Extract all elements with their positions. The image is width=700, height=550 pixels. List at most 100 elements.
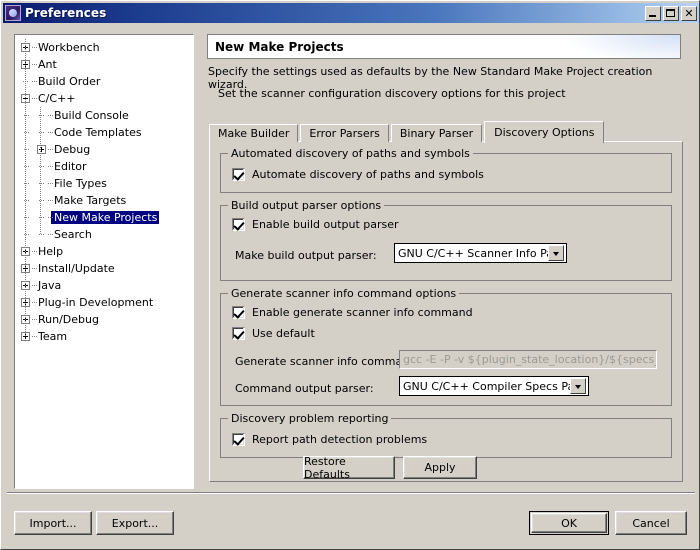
window-titlebar[interactable]: Preferences ✕ [3, 3, 699, 23]
tab-error-parsers[interactable]: Error Parsers [300, 124, 388, 142]
checkbox-report-path-detection-problems[interactable]: Report path detection problems [232, 433, 427, 446]
tree-item-file-types[interactable]: File Types [15, 175, 193, 192]
tree-expand-icon[interactable] [37, 145, 46, 154]
preferences-tree-list: Workbench Ant Build Order C/C++ Build Consol… [15, 35, 193, 345]
tree-item-team[interactable]: Team [15, 328, 193, 345]
checkbox-automate-discovery[interactable]: Automate discovery of paths and symbols [232, 168, 484, 181]
tree-connector [30, 43, 35, 52]
export-button[interactable]: Export... [96, 511, 174, 535]
preferences-tree[interactable]: Workbench Ant Build Order C/C++ Build Consol… [14, 34, 194, 489]
group-discovery-problem-reporting-title: Discovery problem reporting [228, 412, 391, 425]
group-build-output-parser: Build output parser options Enable build… [220, 205, 672, 281]
eclipse-preferences-icon [5, 5, 21, 21]
export-button-label: Export... [112, 517, 159, 530]
tree-connector [30, 264, 35, 273]
page-title-banner: New Make Projects [207, 34, 681, 59]
tree-item-ant[interactable]: Ant [15, 56, 193, 73]
group-scanner-info-command: Generate scanner info command options En… [220, 293, 672, 406]
tree-connector [46, 145, 51, 154]
tree-connector [30, 60, 35, 69]
checkbox-automate-discovery-box[interactable] [232, 168, 245, 181]
combo-make-build-output-parser[interactable]: GNU C/C++ Scanner Info Parser [394, 243, 567, 263]
tree-connector [46, 213, 51, 222]
tree-connector [46, 162, 51, 171]
tree-spine-child [40, 107, 41, 235]
checkbox-report-path-detection-problems-label: Report path detection problems [252, 433, 427, 446]
tree-connector [21, 192, 37, 209]
import-button[interactable]: Import... [14, 511, 92, 535]
tree-connector [21, 124, 37, 141]
tree-item-label: Debug [51, 143, 92, 156]
label-command-output-parser: Command output parser: [235, 382, 374, 395]
tree-item-run-debug[interactable]: Run/Debug [15, 311, 193, 328]
apply-button[interactable]: Apply [403, 456, 477, 479]
checkbox-enable-generate-scanner-info-box[interactable] [232, 306, 245, 319]
tab-discovery-options[interactable]: Discovery Options [484, 121, 604, 143]
tree-item-debug[interactable]: Debug [15, 141, 193, 158]
checkbox-enable-build-output-parser-label: Enable build output parser [252, 218, 399, 231]
checkbox-enable-build-output-parser-box[interactable] [232, 218, 245, 231]
tree-spine [25, 39, 26, 337]
tree-connector [30, 281, 35, 290]
label-generate-scanner-info-command: Generate scanner info command: [235, 355, 420, 368]
tree-item-label: Search [51, 228, 94, 241]
ok-button[interactable]: OK [529, 511, 609, 535]
combo-command-output-parser-value: GNU C/C++ Compiler Specs Parser [400, 380, 570, 393]
checkbox-use-default-box[interactable] [232, 327, 245, 340]
tree-item-label: Java [35, 279, 63, 292]
import-button-label: Import... [30, 517, 77, 530]
close-icon[interactable]: ✕ [681, 6, 697, 21]
window-controls: ✕ [645, 6, 699, 21]
tree-item-label: Ant [35, 58, 59, 71]
tree-leaf-connector-icon [37, 230, 46, 239]
tree-item-build-console[interactable]: Build Console [15, 107, 193, 124]
close-glyph: ✕ [684, 8, 693, 19]
group-build-output-parser-title: Build output parser options [228, 199, 384, 212]
tree-connector [46, 179, 51, 188]
tree-item-code-templates[interactable]: Code Templates [15, 124, 193, 141]
preferences-dialog: Preferences ✕ Workbench Ant Build Order C/C… [0, 0, 700, 550]
chevron-down-icon[interactable] [570, 378, 586, 394]
tab-label: Error Parsers [309, 127, 379, 140]
tree-item-install-update[interactable]: Install/Update [15, 260, 193, 277]
maximize-icon[interactable] [663, 6, 679, 21]
restore-defaults-button[interactable]: Restore Defaults [303, 456, 395, 479]
cancel-button-label: Cancel [632, 517, 669, 530]
tree-connector [30, 332, 35, 341]
chevron-down-icon[interactable] [548, 245, 564, 261]
input-generate-scanner-info-command: gcc -E -P -v ${plugin_state_location}/${… [399, 350, 657, 369]
group-automated-discovery: Automated discovery of paths and symbols… [220, 153, 672, 193]
tree-item-editor[interactable]: Editor [15, 158, 193, 175]
checkbox-enable-generate-scanner-info[interactable]: Enable generate scanner info command [232, 306, 473, 319]
checkbox-enable-build-output-parser[interactable]: Enable build output parser [232, 218, 399, 231]
cancel-button[interactable]: Cancel [615, 511, 687, 535]
footer-divider [7, 492, 695, 494]
tree-item-search[interactable]: Search [15, 226, 193, 243]
tree-item-label: New Make Projects [51, 211, 159, 224]
combo-command-output-parser[interactable]: GNU C/C++ Compiler Specs Parser [399, 376, 589, 396]
tab-binary-parser[interactable]: Binary Parser [391, 124, 482, 142]
tree-item-plug-in-development[interactable]: Plug-in Development [15, 294, 193, 311]
tree-item-help[interactable]: Help [15, 243, 193, 260]
checkbox-automate-discovery-label: Automate discovery of paths and symbols [252, 168, 484, 181]
tree-item-label: Run/Debug [35, 313, 101, 326]
tree-item-label: Install/Update [35, 262, 117, 275]
tree-connector [21, 141, 37, 158]
tree-item-c-c[interactable]: C/C++ [15, 90, 193, 107]
minimize-icon[interactable] [645, 6, 661, 21]
tree-item-label: Build Order [35, 75, 102, 88]
tree-item-java[interactable]: Java [15, 277, 193, 294]
tree-connector [21, 175, 37, 192]
tree-leaf-connector-icon [37, 179, 46, 188]
combo-make-build-output-parser-value: GNU C/C++ Scanner Info Parser [395, 247, 548, 260]
tree-item-build-order[interactable]: Build Order [15, 73, 193, 90]
checkbox-report-path-detection-problems-box[interactable] [232, 433, 245, 446]
tab-bar: Make Builder Error Parsers Binary ParserDi… [209, 120, 606, 142]
checkbox-use-default[interactable]: Use default [232, 327, 315, 340]
tree-item-make-targets[interactable]: Make Targets [15, 192, 193, 209]
tree-connector [21, 226, 37, 243]
tree-item-label: C/C++ [35, 92, 78, 105]
tab-make-builder[interactable]: Make Builder [209, 124, 298, 142]
tree-item-workbench[interactable]: Workbench [15, 39, 193, 56]
tree-item-new-make-projects[interactable]: New Make Projects [15, 209, 193, 226]
